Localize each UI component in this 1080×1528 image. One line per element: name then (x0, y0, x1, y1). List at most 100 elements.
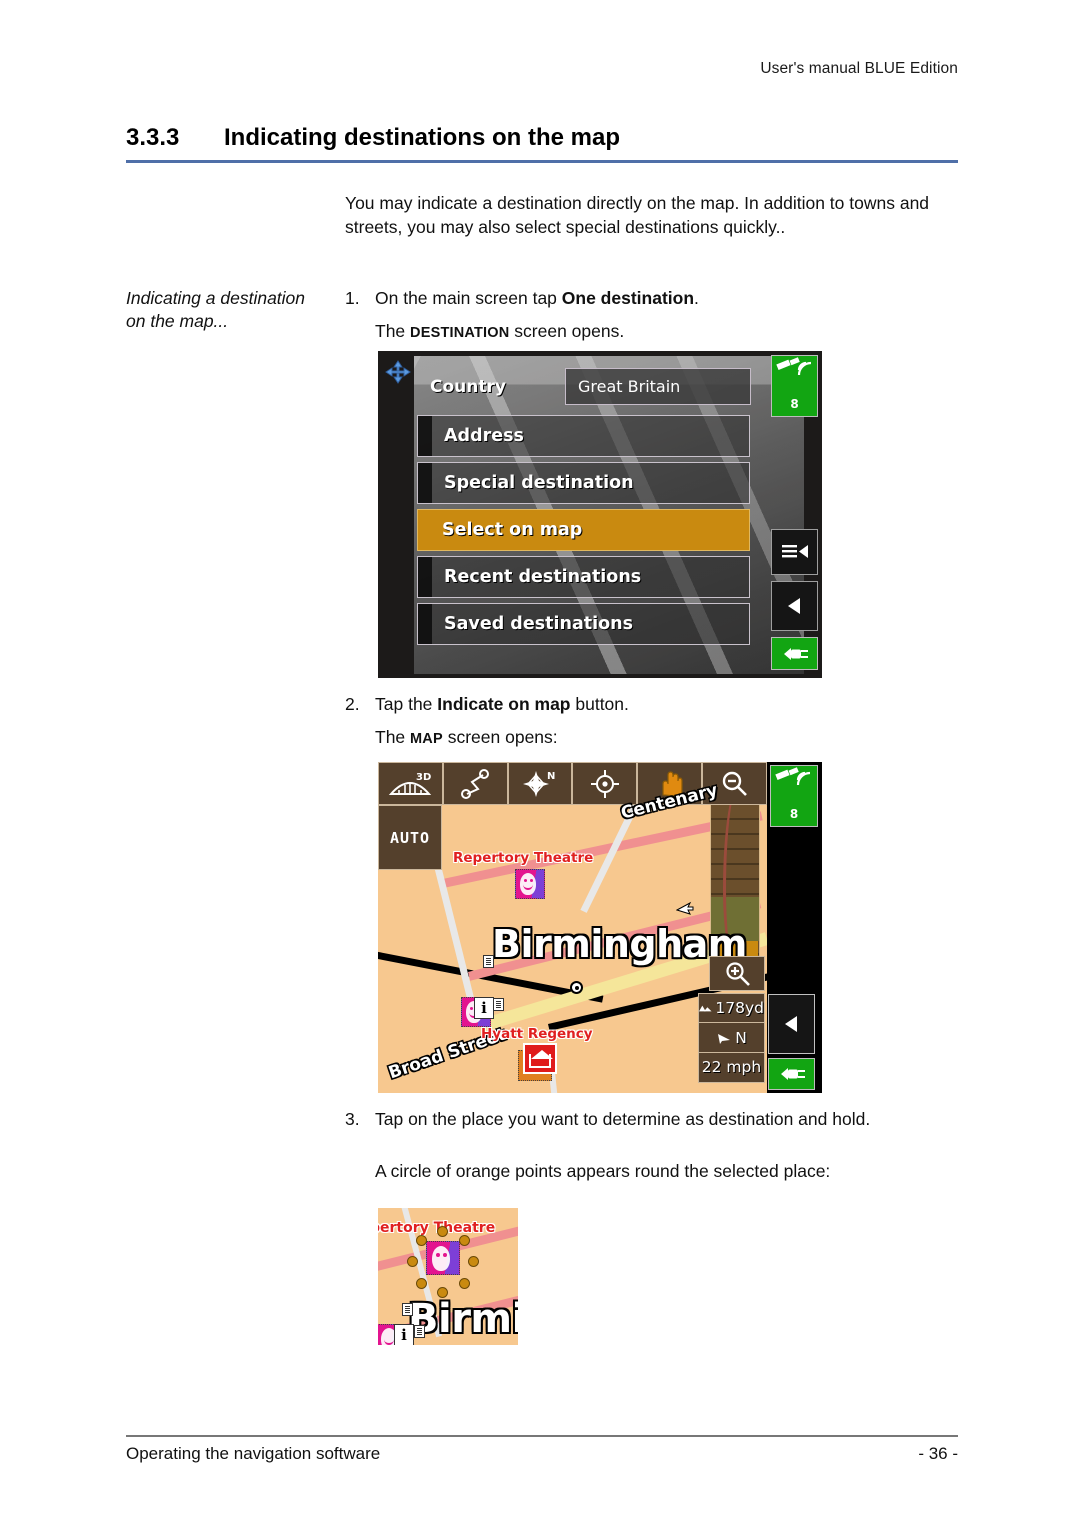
intro-paragraph: You may indicate a destination directly … (345, 193, 930, 237)
menu-item-label: Select on map (442, 520, 583, 540)
auto-label: AUTO (389, 828, 431, 847)
map-speed-row: 22 mph (698, 1051, 765, 1083)
toolbar-perspective-3d-button[interactable]: 3D (378, 762, 443, 805)
poi-chip-icon (483, 955, 494, 968)
menu-icon (781, 545, 808, 558)
theatre-mask-icon (432, 1246, 450, 1271)
running-header: User's manual BLUE Edition (760, 60, 958, 77)
step-3-number: 3. (345, 1109, 360, 1129)
power-plug-icon (783, 647, 808, 660)
compass-north-icon: N (522, 770, 555, 797)
toolbar-route-button[interactable] (442, 762, 508, 805)
info-icon[interactable]: i (394, 1324, 414, 1345)
selection-point (437, 1226, 448, 1237)
svg-text:3D: 3D (416, 772, 431, 783)
mask-eye (530, 879, 533, 882)
menu-item-saved-destinations[interactable]: Saved destinations (417, 603, 750, 645)
step-1-sub-before: The (375, 321, 411, 341)
poi-chip-icon (414, 1325, 425, 1338)
menu-item-label: Recent destinations (444, 567, 642, 587)
back-button[interactable] (771, 581, 818, 631)
map-compass-row[interactable]: N (698, 1022, 765, 1053)
auto-mode-button[interactable]: AUTO (378, 805, 442, 870)
compass-needle-icon (718, 1033, 731, 1044)
item-accent-bar (418, 604, 432, 644)
scale-icon (699, 1005, 712, 1011)
power-plug-icon (780, 1068, 805, 1080)
page-footer: Operating the navigation software - 36 - (126, 1444, 958, 1464)
step-1-sub: The DESTINATION screen opens. (375, 320, 624, 346)
country-value[interactable]: Great Britain (565, 368, 751, 405)
selection-point (416, 1235, 427, 1246)
step-2-bold: Indicate on map (437, 694, 571, 714)
map-speed-value: 22 mph (701, 1058, 762, 1076)
section-number: 3.3.3 (126, 124, 180, 151)
step-1-text: On the main screen tap One destination. (375, 287, 960, 311)
menu-item-label: Address (444, 426, 524, 446)
menu-item-select-on-map[interactable]: Select on map (417, 509, 750, 551)
poi-chip-icon (493, 998, 504, 1011)
map-status-panel: 178yd N 22 mph (698, 992, 765, 1083)
menu-item-special-destination[interactable]: Special destination (417, 462, 750, 504)
step-2-text: Tap the Indicate on map button. (375, 693, 960, 717)
destination-sidebar: 8 (767, 351, 822, 678)
selection-point (468, 1256, 479, 1267)
item-accent-bar (418, 463, 432, 503)
route-icon (461, 768, 490, 799)
power-button[interactable] (768, 1058, 815, 1090)
zoom-in-icon (726, 961, 750, 986)
map-compass-value: N (735, 1028, 747, 1047)
selection-point (437, 1287, 448, 1298)
gps-satellite-count: 8 (789, 807, 799, 821)
theatre-mask-icon (520, 873, 536, 895)
map-scale-row[interactable]: 178yd (698, 992, 765, 1024)
power-button[interactable] (771, 637, 818, 670)
back-button[interactable] (768, 994, 815, 1054)
navigate-arrow-icon[interactable] (384, 359, 412, 385)
back-arrow-icon (784, 1016, 797, 1032)
toolbar-crosshair-button[interactable] (572, 762, 638, 805)
mask-eye (470, 1007, 473, 1010)
satellite-icon (775, 357, 811, 376)
menu-item-address[interactable]: Address (417, 415, 750, 457)
map-screen-screenshot: Centenary Broad Street Repertory Theatre… (378, 762, 822, 1093)
satellite-icon (775, 767, 811, 786)
margin-note: Indicating a destination on the map... (126, 288, 306, 331)
poi-icon-theatre[interactable] (515, 869, 545, 899)
poi-label-hyatt-regency: Hyatt Regency (481, 1026, 593, 1042)
gps-status-button[interactable]: 8 (771, 355, 818, 417)
home-destination-icon[interactable] (523, 1043, 557, 1074)
gps-status-button[interactable]: 8 (770, 765, 818, 827)
selected-poi-icon[interactable] (426, 1241, 460, 1275)
step-1: 1. On the main screen tap One destinatio… (345, 287, 960, 311)
menu-button[interactable] (771, 529, 818, 575)
mask-eye (443, 1253, 447, 1257)
zoom-out-icon (723, 771, 748, 796)
step-3-sub: A circle of orange points appears round … (375, 1161, 831, 1181)
step-2-sub-caps: MAP (410, 731, 443, 747)
step-2-number: 2. (345, 694, 360, 714)
back-arrow-icon (787, 598, 800, 614)
step-1-sub-after: screen opens. (509, 321, 625, 341)
destination-screen-screenshot: Country Great Britain Address Special de… (378, 351, 822, 678)
step-2-sub-after: screen opens: (442, 727, 558, 747)
toolbar-compass-north-button[interactable]: N (507, 762, 573, 805)
step-2-text-before: Tap the (375, 694, 438, 714)
step-2-sub: The MAP screen opens: (375, 726, 558, 752)
country-label: Country (430, 376, 506, 397)
menu-item-recent-destinations[interactable]: Recent destinations (417, 556, 750, 598)
item-accent-bar (418, 557, 432, 597)
crosshair-target-icon (590, 769, 619, 798)
map-scale-value: 178yd (715, 999, 764, 1017)
info-icon[interactable]: i (474, 997, 494, 1019)
step-1-sub-caps: DESTINATION (410, 325, 510, 341)
step-1-number: 1. (345, 288, 360, 308)
heading-rule (126, 160, 958, 163)
footer-left-text: Operating the navigation software (126, 1444, 381, 1463)
step-3: 3. Tap on the place you want to determin… (345, 1108, 960, 1132)
selection-point (416, 1278, 427, 1289)
item-accent-bar (418, 416, 432, 456)
country-row[interactable]: Country Great Britain (417, 363, 751, 410)
poi-label-repertory-theatre: Repertory Theatre (453, 850, 594, 866)
zoom-in-button[interactable] (709, 956, 765, 991)
